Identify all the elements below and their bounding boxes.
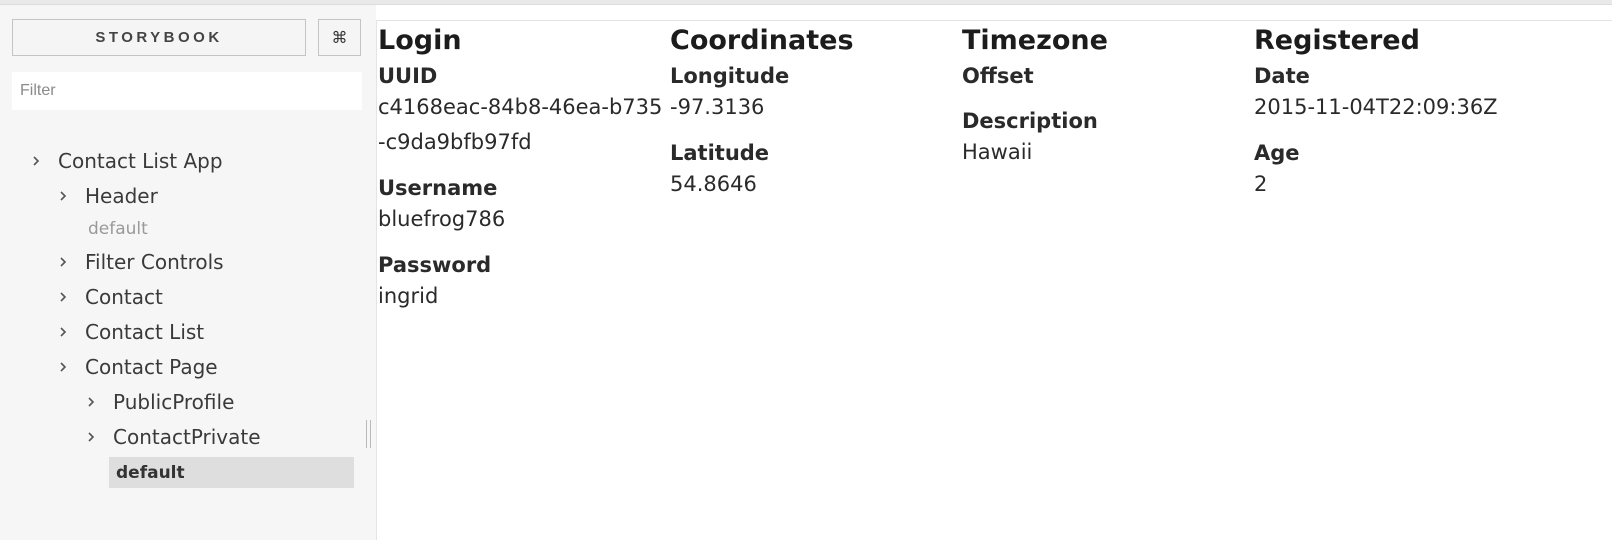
- story-header-default[interactable]: default: [88, 219, 148, 239]
- password-label: Password: [378, 253, 492, 277]
- tree-item-label: Contact: [85, 285, 163, 309]
- age-value: 2: [1254, 172, 1268, 196]
- password-value: ingrid: [378, 284, 439, 308]
- longitude-value: -97.3136: [670, 95, 765, 119]
- coordinates-section: Coordinates Longitude -97.3136 Latitude …: [670, 21, 955, 202]
- uuid-label: UUID: [378, 64, 438, 88]
- timezone-section: Timezone Offset Description Hawaii: [962, 21, 1247, 170]
- login-heading: Login: [378, 25, 462, 56]
- timezone-heading: Timezone: [962, 25, 1108, 56]
- tree-item-label: PublicProfile: [113, 390, 235, 414]
- chevron-right-icon: [31, 156, 41, 166]
- username-value: bluefrog786: [378, 207, 506, 231]
- coordinates-heading: Coordinates: [670, 25, 854, 56]
- description-value: Hawaii: [962, 140, 1033, 164]
- keyboard-shortcuts-button[interactable]: ⌘: [318, 19, 361, 56]
- sidebar: STORYBOOK ⌘ Contact List App Header defa…: [0, 5, 376, 540]
- offset-label: Offset: [962, 64, 1034, 88]
- login-section: Login UUID c4168eac-84b8-46ea-b735-c9da9…: [378, 21, 663, 314]
- offset-value: [962, 90, 1247, 102]
- description-label: Description: [962, 109, 1098, 133]
- chevron-right-icon: [58, 191, 68, 201]
- registered-section: Registered Date 2015-11-04T22:09:36Z Age…: [1254, 21, 1594, 202]
- tree-item-label: Contact List: [85, 320, 205, 344]
- latitude-value: 54.8646: [670, 172, 757, 196]
- tree-item-contact[interactable]: Contact: [58, 282, 163, 312]
- date-value: 2015-11-04T22:09:36Z: [1254, 95, 1498, 119]
- tree-item-contact-page[interactable]: Contact Page: [58, 352, 218, 382]
- tree-item-contact-private[interactable]: ContactPrivate: [86, 422, 261, 452]
- sidebar-resize-handle[interactable]: [366, 420, 371, 448]
- age-label: Age: [1254, 141, 1300, 165]
- chevron-right-icon: [86, 432, 96, 442]
- latitude-label: Latitude: [670, 141, 770, 165]
- date-label: Date: [1254, 64, 1310, 88]
- username-label: Username: [378, 176, 498, 200]
- chevron-right-icon: [86, 397, 96, 407]
- tree-item-contact-list[interactable]: Contact List: [58, 317, 204, 347]
- story-contact-private-default-selected[interactable]: default: [109, 457, 354, 488]
- uuid-value: c4168eac-84b8-46ea-b735-c9da9bfb97fd: [378, 95, 663, 154]
- tree-item-header[interactable]: Header: [58, 181, 158, 211]
- tree-item-public-profile[interactable]: PublicProfile: [86, 387, 234, 417]
- tree-item-label: Contact List App: [58, 149, 223, 173]
- tree-item-contact-list-app[interactable]: Contact List App: [31, 146, 223, 176]
- chevron-right-icon: [58, 327, 68, 337]
- chevron-right-icon: [58, 362, 68, 372]
- tree-item-label: Contact Page: [85, 355, 218, 379]
- registered-heading: Registered: [1254, 25, 1420, 56]
- story-preview-panel: Login UUID c4168eac-84b8-46ea-b735-c9da9…: [376, 20, 1612, 540]
- chevron-right-icon: [58, 257, 68, 267]
- tree-item-label: ContactPrivate: [113, 425, 261, 449]
- longitude-label: Longitude: [670, 64, 790, 88]
- command-icon: ⌘: [331, 28, 348, 47]
- tree-item-label: Header: [85, 184, 158, 208]
- tree-item-label: Filter Controls: [85, 250, 224, 274]
- storybook-brand-button[interactable]: STORYBOOK: [12, 19, 306, 56]
- chevron-right-icon: [58, 292, 68, 302]
- tree-item-filter-controls[interactable]: Filter Controls: [58, 247, 224, 277]
- filter-input[interactable]: [12, 72, 362, 110]
